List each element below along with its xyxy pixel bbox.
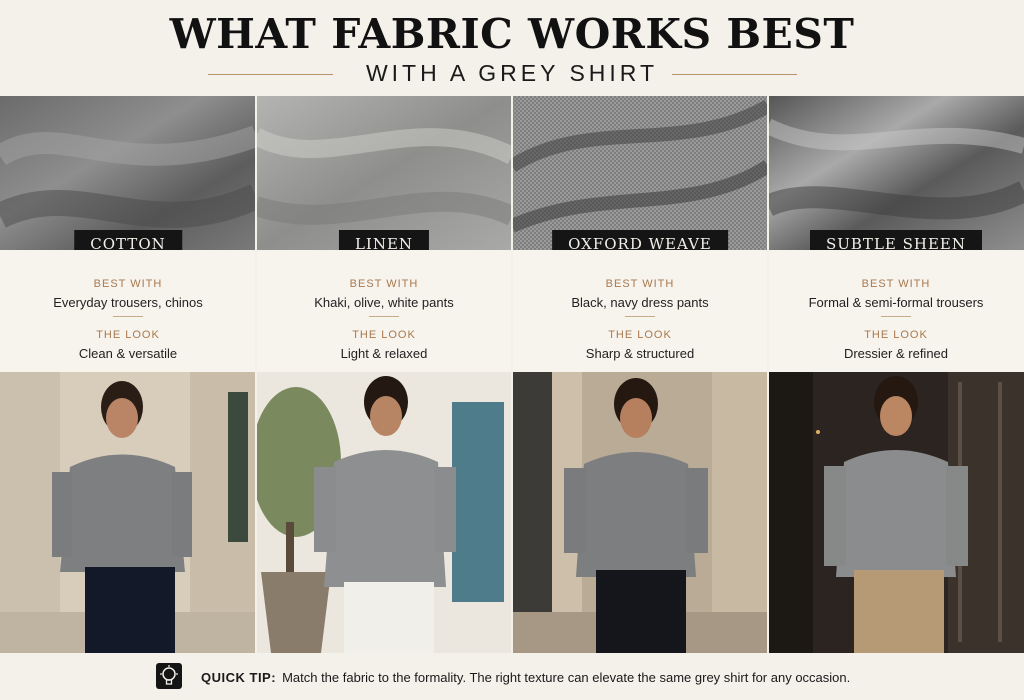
subtle-sheen-the-look: Dressier & refined <box>843 346 949 361</box>
best-with-heading: BEST WITH <box>93 278 163 290</box>
oxford-weave-best-with: Black, navy dress pants <box>571 295 709 310</box>
cotton-info: BEST WITH Everyday trousers, chinos THE … <box>0 250 256 372</box>
linen-the-look: Light & relaxed <box>340 346 428 361</box>
column-divider <box>511 96 513 653</box>
fabric-column-linen: LINEN BEST WITH Khaki, olive, white pant… <box>256 96 512 653</box>
header: WHAT FABRIC WORKS BEST WITH A GREY SHIRT <box>0 0 1024 96</box>
column-divider <box>767 96 769 653</box>
quick-tip-text: QUICK TIP: Match the fabric to the formal… <box>201 670 850 685</box>
oxford-weave-info: BEST WITH Black, navy dress pants THE LO… <box>512 250 768 372</box>
the-look-heading: THE LOOK <box>352 329 416 341</box>
best-with-heading: BEST WITH <box>605 278 675 290</box>
cotton-outfit-photo <box>0 372 256 653</box>
lightbulb-icon <box>156 663 182 689</box>
title-rule-right <box>672 74 797 75</box>
page-subtitle: WITH A GREY SHIRT <box>365 60 659 86</box>
linen-fabric-image <box>256 96 512 250</box>
cotton-the-look: Clean & versatile <box>78 346 178 361</box>
oxford-weave-outfit-photo <box>512 372 768 653</box>
cotton-best-with: Everyday trousers, chinos <box>53 295 203 310</box>
the-look-heading: THE LOOK <box>864 329 928 341</box>
subtle-sheen-info: BEST WITH Formal & semi-formal trousers … <box>768 250 1024 372</box>
oxford-weave-the-look: Sharp & structured <box>585 346 695 361</box>
subtle-sheen-fabric-image <box>768 96 1024 250</box>
the-look-heading: THE LOOK <box>608 329 672 341</box>
infographic: WHAT FABRIC WORKS BEST WITH A GREY SHIRT… <box>0 0 1024 700</box>
fabric-column-subtle-sheen: SUBTLE SHEEN BEST WITH Formal & semi-for… <box>768 96 1024 653</box>
oxford-weave-fabric-image <box>512 96 768 250</box>
cotton-fabric-image <box>0 96 256 250</box>
subtle-sheen-best-with: Formal & semi-formal trousers <box>808 295 984 310</box>
separator <box>369 316 399 317</box>
best-with-heading: BEST WITH <box>861 278 931 290</box>
the-look-heading: THE LOOK <box>96 329 160 341</box>
linen-info: BEST WITH Khaki, olive, white pants THE … <box>256 250 512 372</box>
subtle-sheen-outfit-photo <box>768 372 1024 653</box>
page-title: WHAT FABRIC WORKS BEST <box>169 10 855 58</box>
separator <box>881 316 911 317</box>
linen-best-with: Khaki, olive, white pants <box>314 295 454 310</box>
quick-tip-label: QUICK TIP: <box>201 670 277 685</box>
separator <box>625 316 655 317</box>
separator <box>113 316 143 317</box>
column-divider <box>255 96 257 653</box>
fabric-column-oxford-weave: OXFORD WEAVE BEST WITH Black, navy dress… <box>512 96 768 653</box>
fabric-column-cotton: COTTON BEST WITH Everyday trousers, chin… <box>0 96 256 653</box>
linen-outfit-photo <box>256 372 512 653</box>
best-with-heading: BEST WITH <box>349 278 419 290</box>
quick-tip-body: Match the fabric to the formality. The r… <box>282 670 851 685</box>
